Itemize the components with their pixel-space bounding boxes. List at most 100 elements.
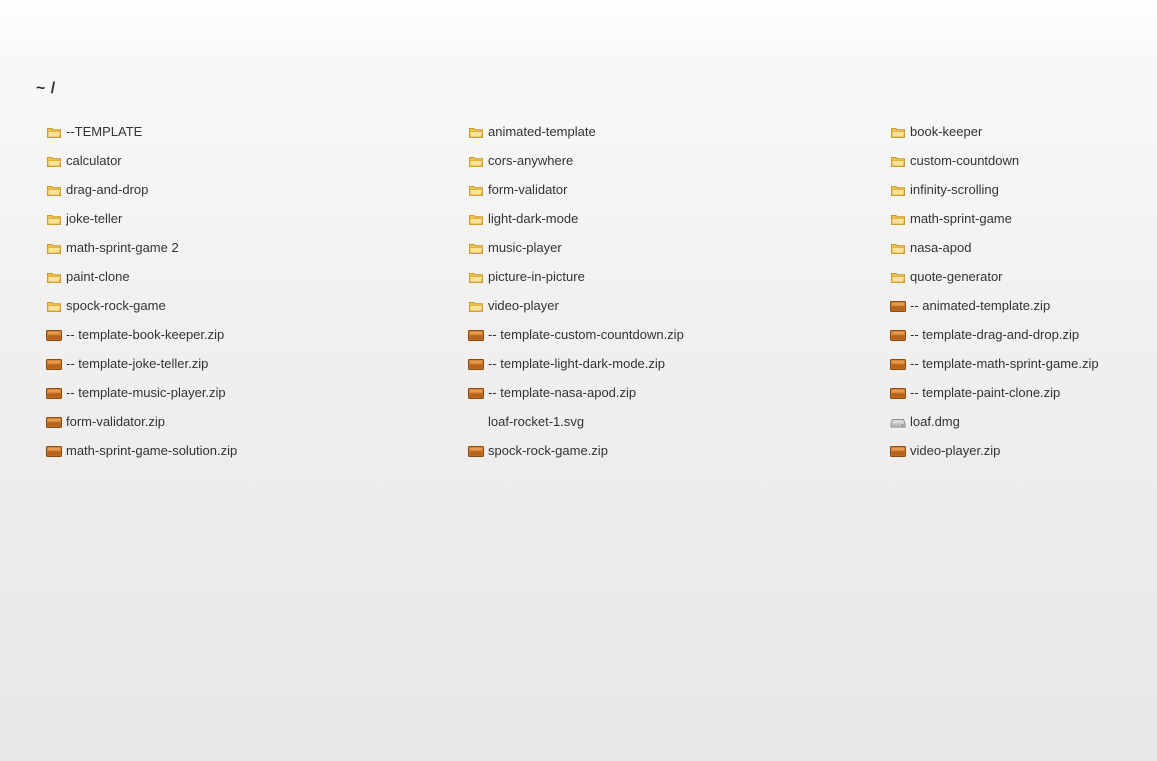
file-link[interactable]: cors-anywhere [468,153,573,169]
list-item: -- template-book-keeper.zip [46,320,468,349]
file-link[interactable]: music-player [468,240,562,256]
list-item: math-sprint-game 2 [46,233,468,262]
file-link[interactable]: video-player.zip [890,443,1000,459]
folder-icon [46,298,62,314]
file-link[interactable]: custom-countdown [890,153,1019,169]
list-item: spock-rock-game.zip [468,436,890,465]
file-link[interactable]: picture-in-picture [468,269,585,285]
file-link[interactable]: math-sprint-game [890,211,1012,227]
archive-icon [46,443,62,459]
list-item: math-sprint-game [890,204,1152,233]
file-name: loaf-rocket-1.svg [488,414,585,429]
folder-icon [890,124,906,140]
folder-icon [468,269,484,285]
archive-icon [468,385,484,401]
file-name: animated-template [488,124,596,139]
file-link[interactable]: math-sprint-game-solution.zip [46,443,237,459]
archive-icon [890,298,906,314]
list-item: music-player [468,233,890,262]
file-link[interactable]: -- template-paint-clone.zip [890,385,1060,401]
file-link[interactable]: -- template-custom-countdown.zip [468,327,684,343]
list-item: loaf.dmg [890,407,1152,436]
file-name: -- template-book-keeper.zip [66,327,225,342]
file-link[interactable]: light-dark-mode [468,211,578,227]
file-link[interactable]: infinity-scrolling [890,182,999,198]
list-item: -- template-drag-and-drop.zip [890,320,1152,349]
file-link[interactable]: book-keeper [890,124,982,140]
file-link[interactable]: calculator [46,153,122,169]
file-name: nasa-apod [910,240,972,255]
list-item: calculator [46,146,468,175]
file-link[interactable]: -- template-drag-and-drop.zip [890,327,1079,343]
folder-icon [890,153,906,169]
file-name: video-player.zip [910,443,1001,458]
list-item: cors-anywhere [468,146,890,175]
folder-icon [890,182,906,198]
file-name: math-sprint-game-solution.zip [66,443,238,458]
list-item: form-validator.zip [46,407,468,436]
list-item: -- template-custom-countdown.zip [468,320,890,349]
file-link[interactable]: -- animated-template.zip [890,298,1050,314]
folder-icon [468,153,484,169]
file-name: infinity-scrolling [910,182,999,197]
list-item: paint-clone [46,262,468,291]
file-link[interactable]: quote-generator [890,269,1003,285]
file-name: video-player [488,298,559,313]
list-item: nasa-apod [890,233,1152,262]
file-name: -- template-joke-teller.zip [66,356,209,371]
archive-icon [890,385,906,401]
list-item: video-player.zip [890,436,1152,465]
folder-icon [46,211,62,227]
file-link[interactable]: -- template-light-dark-mode.zip [468,356,665,372]
file-link[interactable]: spock-rock-game [46,298,166,314]
file-link[interactable]: animated-template [468,124,596,140]
folder-icon [468,298,484,314]
list-item: picture-in-picture [468,262,890,291]
file-link[interactable]: -- template-math-sprint-game.zip [890,356,1099,372]
archive-icon [890,356,906,372]
file-name: -- template-nasa-apod.zip [488,385,637,400]
file-link[interactable]: video-player [468,298,559,314]
file-name: paint-clone [66,269,130,284]
file-link[interactable]: -- template-nasa-apod.zip [468,385,636,401]
file-link[interactable]: loaf.dmg [890,414,960,430]
list-item: -- template-paint-clone.zip [890,378,1152,407]
file-link[interactable]: loaf-rocket-1.svg [468,414,584,430]
file-link[interactable]: joke-teller [46,211,122,227]
folder-icon [46,240,62,256]
list-item: animated-template [468,117,890,146]
file-link[interactable]: math-sprint-game 2 [46,240,179,256]
list-item: math-sprint-game-solution.zip [46,436,468,465]
file-name: spock-rock-game [66,298,166,313]
file-name: form-validator.zip [66,414,165,429]
file-link[interactable]: --TEMPLATE [46,124,142,140]
file-name: calculator [66,153,122,168]
list-item: custom-countdown [890,146,1152,175]
file-link[interactable]: spock-rock-game.zip [468,443,608,459]
list-item: --TEMPLATE [46,117,468,146]
list-item: -- template-light-dark-mode.zip [468,349,890,378]
archive-icon [468,327,484,343]
file-link[interactable]: form-validator.zip [46,414,165,430]
file-link[interactable]: form-validator [468,182,567,198]
file-name: -- template-music-player.zip [66,385,226,400]
breadcrumb: ~ / [36,80,56,97]
list-item: drag-and-drop [46,175,468,204]
folder-icon [46,124,62,140]
list-item: loaf-rocket-1.svg [468,407,890,436]
file-link[interactable]: nasa-apod [890,240,971,256]
file-name: music-player [488,240,562,255]
file-name: form-validator [488,182,568,197]
folder-icon [468,124,484,140]
file-name: -- template-light-dark-mode.zip [488,356,666,371]
folder-icon [468,240,484,256]
file-link[interactable]: -- template-book-keeper.zip [46,327,224,343]
file-link[interactable]: drag-and-drop [46,182,148,198]
file-link[interactable]: -- template-joke-teller.zip [46,356,208,372]
file-name: -- animated-template.zip [910,298,1051,313]
file-name: drag-and-drop [66,182,149,197]
list-item: -- animated-template.zip [890,291,1152,320]
file-link[interactable]: -- template-music-player.zip [46,385,226,401]
file-name: loaf.dmg [910,414,960,429]
file-link[interactable]: paint-clone [46,269,130,285]
